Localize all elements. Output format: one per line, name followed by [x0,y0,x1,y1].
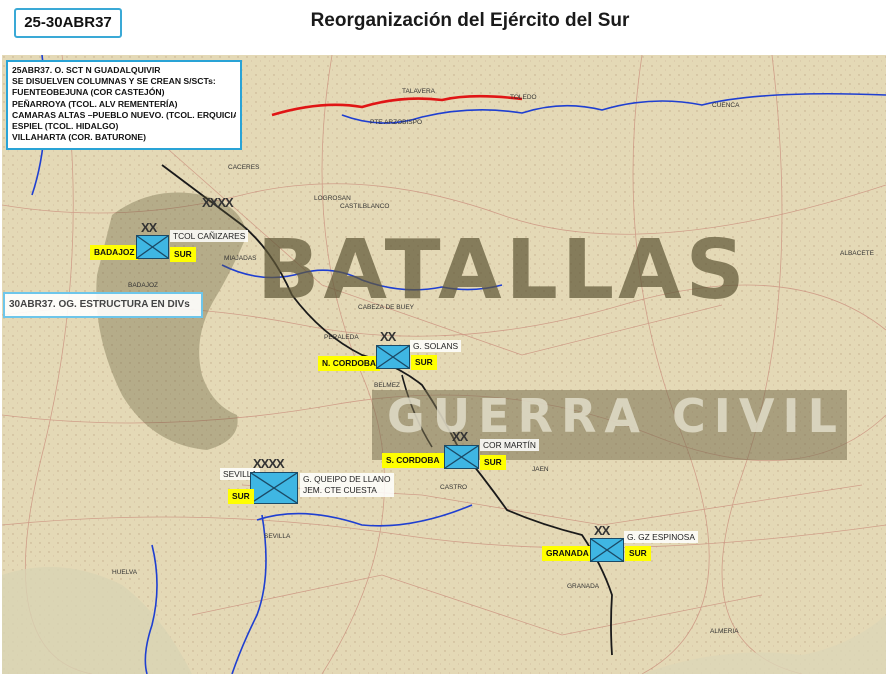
page-title: Reorganización del Ejército del Sur [310,10,630,31]
place-castro: CASTRO [440,484,467,491]
date-range-badge: 25-30ABR37 [14,8,122,38]
unit-symbol-n-cordoba [376,345,410,369]
unit-commander-label: COR MARTÍN [480,439,539,451]
unit-symbol-badajoz [136,235,169,259]
unit-symbol-sevilla [250,472,298,504]
unit-commander-label: G. QUEIPO DE LLANO JEM. CTE CUESTA [300,473,394,497]
place-almeria: ALMERIA [710,628,739,635]
unit-army-label: SUR [170,247,196,262]
place-pte-arzobispo: PTE ARZOBISPO [370,119,422,126]
unit-army-label: SUR [411,355,437,370]
info-line: VILLAHARTA (COR. BATURONE) [12,132,146,143]
place-sevilla: SEVILLA [264,533,291,540]
unit-place-label: S. CORDOBA [382,453,444,468]
info-line: CAMARAS ALTAS –PUEBLO NUEVO. (TCOL. ERQU… [12,109,236,120]
unit-army-label: SUR [625,546,651,561]
unit-echelon-marker: XX [594,523,610,538]
front-echelon-marker: XXXX [202,195,234,210]
unit-place-label: BADAJOZ [90,245,139,260]
unit-commander-line: JEM. CTE CUESTA [303,485,377,495]
phase-note: 30ABR37. OG. ESTRUCTURA EN DIVs [3,292,203,318]
unit-commander-label: G. SOLANS [410,340,462,352]
place-castilblanco: CASTILBLANCO [340,203,390,210]
unit-commander-line: G. QUEIPO DE LLANO [303,474,391,484]
unit-echelon-marker: XX [380,329,396,344]
unit-place-label: GRANADA [542,546,593,561]
place-talavera: TALAVERA [402,88,436,95]
info-line: ESPIEL (TCOL. HIDALGO) [12,121,119,132]
place-miajadas: MIAJADAS [224,255,257,262]
place-logrosan: LOGROSAN [314,195,351,202]
unit-army-label: SUR [228,489,254,504]
unit-commander-label: TCOL CAÑIZARES [170,230,249,242]
place-peraleda: PERALEDA [324,334,359,341]
info-line: 25ABR37. O. SCT N GUADALQUIVIR [12,65,161,75]
unit-echelon-marker: XX [141,220,157,235]
place-granada: GRANADA [567,583,600,590]
info-line: FUENTEOBEJUNA (COR CASTEJÓN) [12,87,165,98]
place-toledo: TOLEDO [510,94,537,101]
unit-symbol-s-cordoba [444,445,479,469]
unit-echelon-marker: XXXX [253,456,285,471]
info-box: 25ABR37. O. SCT N GUADALQUIVIR SE DISUEL… [6,60,242,150]
place-caceres: CACERES [228,164,260,171]
info-line: SE DISUELVEN COLUMNAS Y SE CREAN S/SCTs: [12,76,216,87]
place-albacete: ALBACETE [840,250,875,257]
watermark-title: BATALLAS [257,223,749,318]
unit-army-label: SUR [480,455,506,470]
unit-place-label: N. CORDOBA [318,356,380,371]
unit-symbol-granada [590,538,624,562]
place-huelva: HUELVA [112,569,138,576]
info-line: PEÑARROYA (TCOL. ALV REMENTERÍA) [12,98,178,109]
place-cuenca: CUENCA [712,102,740,109]
place-belmez: BELMEZ [374,382,400,389]
place-jaen: JAEN [532,466,549,473]
place-badajoz: BADAJOZ [128,282,158,289]
unit-commander-label: G. GZ ESPINOSA [624,531,698,543]
unit-echelon-marker: XX [452,429,468,444]
